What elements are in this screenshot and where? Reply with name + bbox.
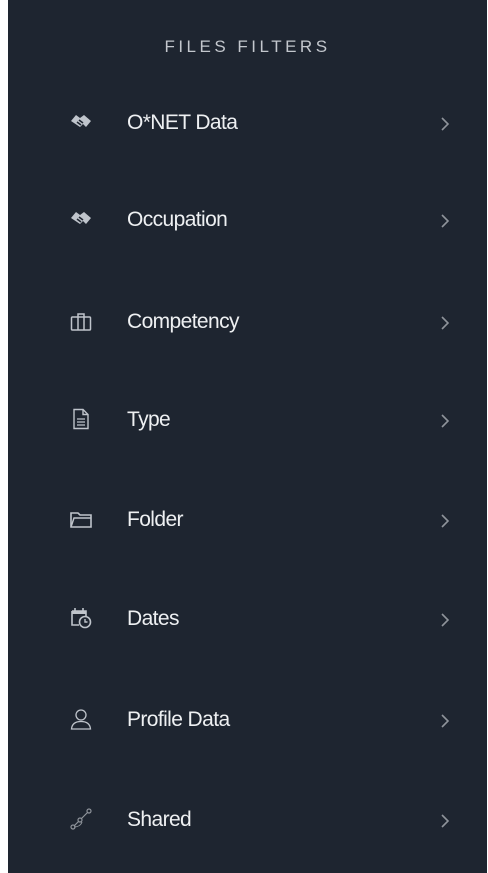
filter-item-profile-data[interactable]: Profile Data bbox=[8, 690, 487, 750]
document-icon bbox=[69, 407, 93, 431]
calendar-clock-icon bbox=[69, 606, 93, 630]
filter-item-label: Type bbox=[127, 408, 171, 431]
filter-item-folder[interactable]: Folder bbox=[8, 490, 487, 550]
filter-item-dates[interactable]: Dates bbox=[8, 589, 487, 649]
filter-item-shared[interactable]: Shared bbox=[8, 790, 487, 850]
chevron-right-icon bbox=[438, 115, 452, 133]
handshake-icon bbox=[69, 110, 93, 134]
folder-icon bbox=[69, 507, 93, 531]
user-icon bbox=[69, 707, 93, 731]
chevron-right-icon bbox=[438, 412, 452, 430]
filter-item-label: Folder bbox=[127, 508, 184, 531]
chevron-right-icon bbox=[438, 812, 452, 830]
filter-item-onet-data[interactable]: O*NET Data bbox=[8, 93, 487, 153]
filter-item-label: O*NET Data bbox=[127, 111, 238, 134]
filter-item-occupation[interactable]: Occupation bbox=[8, 190, 487, 250]
filter-item-label: Occupation bbox=[127, 208, 228, 231]
chevron-right-icon bbox=[438, 314, 452, 332]
panel-title: FILES FILTERS bbox=[164, 37, 331, 56]
filter-item-label: Shared bbox=[127, 808, 192, 831]
filter-item-label: Profile Data bbox=[127, 708, 230, 731]
share-nodes-icon bbox=[69, 807, 93, 831]
chevron-right-icon bbox=[438, 712, 452, 730]
chevron-right-icon bbox=[438, 512, 452, 530]
filter-item-competency[interactable]: Competency bbox=[8, 292, 487, 352]
filter-item-label: Dates bbox=[127, 607, 179, 630]
chevron-right-icon bbox=[438, 212, 452, 230]
files-filters-panel: FILES FILTERS O*NET Data Occupation Comp… bbox=[8, 0, 487, 873]
chevron-right-icon bbox=[438, 611, 452, 629]
filter-item-label: Competency bbox=[127, 310, 239, 333]
handshake-icon bbox=[69, 207, 93, 231]
briefcase-icon bbox=[69, 309, 93, 333]
filter-item-type[interactable]: Type bbox=[8, 390, 487, 450]
